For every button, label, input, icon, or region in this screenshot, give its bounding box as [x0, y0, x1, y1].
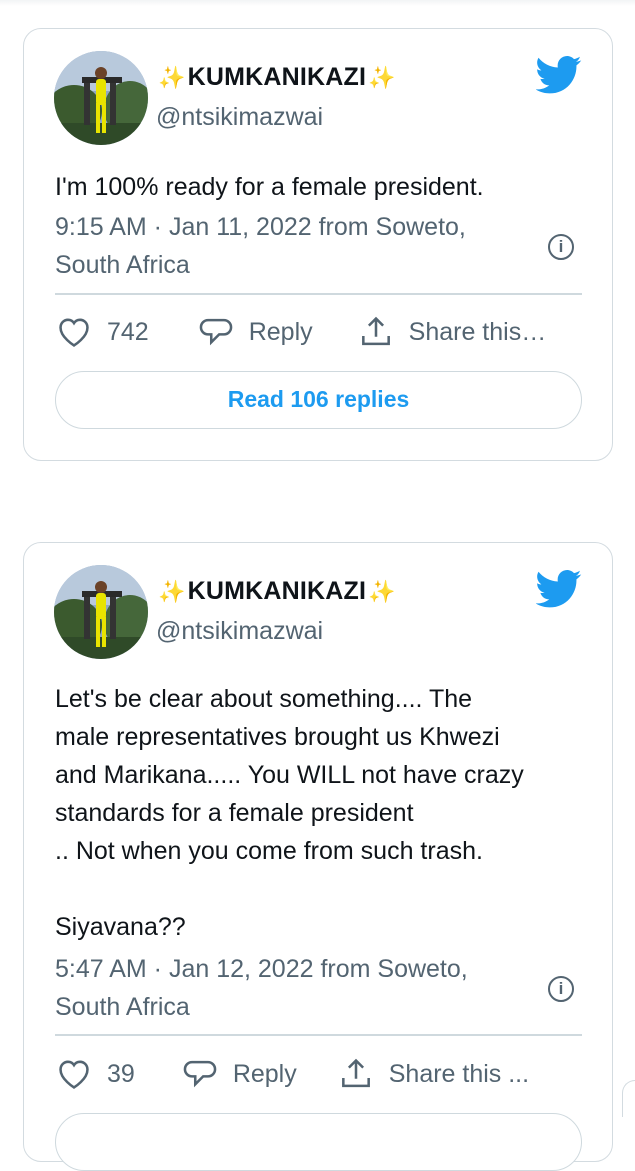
avatar[interactable]: [54, 51, 148, 145]
sparkle-icon: ✨: [158, 64, 186, 90]
twitter-bird-icon[interactable]: [536, 569, 582, 609]
next-card-edge: [622, 1080, 635, 1117]
reply-label: Reply: [232, 1059, 297, 1088]
tweet-text-line: .. Not when you come from such trash.: [55, 837, 483, 865]
share-icon: [341, 1058, 370, 1088]
share-label: Share this ...: [388, 1059, 530, 1088]
user-handle[interactable]: @ntsikimazwai: [156, 103, 323, 132]
tweet-text-line: male representatives brought us Khwezi: [55, 723, 500, 751]
user-handle[interactable]: @ntsikimazwai: [156, 617, 323, 646]
tweet-timestamp[interactable]: 5:47 AM · Jan 12, 2022 from Soweto, Sout…: [55, 950, 535, 1026]
like-count: 742: [107, 317, 149, 346]
display-name-text: KUMKANIKAZI: [187, 63, 367, 91]
display-name[interactable]: ✨ KUMKANIKAZI ✨: [156, 577, 398, 606]
share-icon: [361, 316, 390, 346]
heart-icon: [59, 318, 89, 347]
read-replies-button[interactable]: [55, 1113, 582, 1171]
tweet-text-line: standards for a female president: [55, 799, 414, 827]
speech-bubble-icon: [183, 1060, 217, 1088]
tweet-text-line: and Marikana..... You WILL not have craz…: [55, 761, 524, 789]
sparkle-icon: ✨: [158, 578, 186, 604]
like-button[interactable]: 39: [55, 1055, 135, 1093]
tweet-text: I'm 100% ready for a female president.: [55, 168, 586, 206]
info-icon[interactable]: i: [548, 234, 574, 260]
tweet-card[interactable]: ✨ KUMKANIKAZI ✨ @ntsikimazwai Let's be c…: [23, 542, 613, 1171]
share-label: Share this…: [408, 317, 547, 346]
share-button[interactable]: Share this ...: [337, 1055, 529, 1093]
like-count: 39: [107, 1059, 135, 1088]
tweet-actions: 742 Reply Share this…: [55, 312, 582, 352]
reply-label: Reply: [248, 317, 313, 346]
tweet-actions: 39 Reply Share this ...: [55, 1054, 582, 1094]
info-icon[interactable]: i: [548, 976, 574, 1002]
avatar[interactable]: [54, 565, 148, 659]
tweet-text-line: Let's be clear about something.... The: [55, 685, 473, 713]
tweet-text-line: Siyavana??: [55, 913, 186, 941]
twitter-bird-icon[interactable]: [536, 55, 582, 95]
reply-button[interactable]: Reply: [181, 1055, 297, 1093]
tweet-text-line: [55, 870, 586, 908]
location-line: South Africa: [55, 993, 190, 1021]
top-edge-shadow: [0, 0, 635, 6]
location-line: South Africa: [55, 251, 190, 279]
sparkle-icon: ✨: [368, 578, 396, 604]
divider: [55, 293, 582, 295]
like-button[interactable]: 742: [55, 313, 149, 351]
reply-button[interactable]: Reply: [197, 313, 313, 351]
speech-bubble-icon: [199, 318, 233, 346]
tweet-timestamp[interactable]: 9:15 AM · Jan 11, 2022 from Soweto, Sout…: [55, 208, 535, 284]
share-button[interactable]: Share this…: [357, 313, 547, 351]
timestamp-line: 9:15 AM · Jan 11, 2022 from Soweto,: [55, 213, 466, 241]
tweet-card[interactable]: ✨ KUMKANIKAZI ✨ @ntsikimazwai I'm 100% r…: [23, 28, 613, 461]
display-name-text: KUMKANIKAZI: [187, 577, 367, 605]
timestamp-line: 5:47 AM · Jan 12, 2022 from Soweto,: [55, 955, 468, 983]
divider: [55, 1034, 582, 1036]
heart-icon: [59, 1060, 89, 1089]
sparkle-icon: ✨: [368, 64, 396, 90]
read-replies-button[interactable]: Read 106 replies: [55, 371, 582, 429]
tweet-text-line: I'm 100% ready for a female president.: [55, 173, 484, 201]
display-name[interactable]: ✨ KUMKANIKAZI ✨: [156, 63, 398, 92]
tweet-text: Let's be clear about something.... The m…: [55, 680, 586, 946]
